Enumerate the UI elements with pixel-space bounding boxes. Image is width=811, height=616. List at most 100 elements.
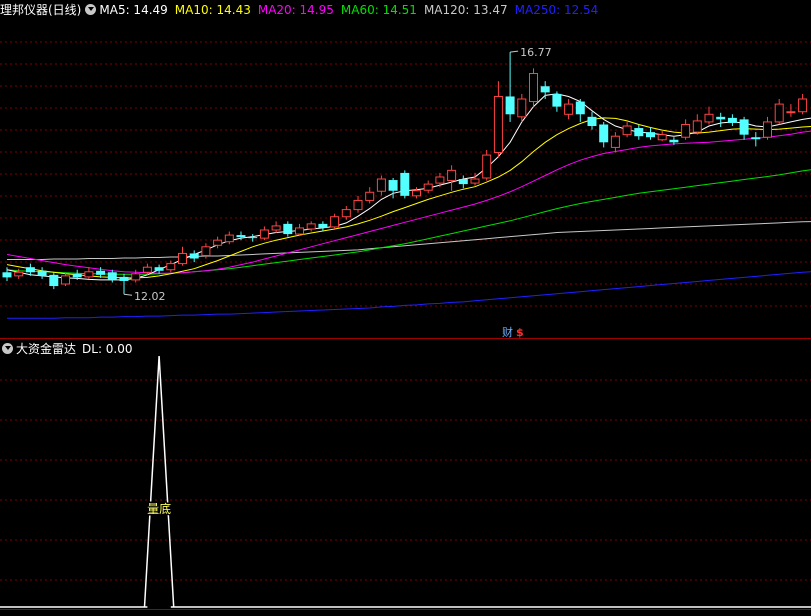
candle-body — [14, 271, 24, 277]
candle-body — [72, 273, 82, 278]
candle — [610, 132, 620, 153]
candle-body — [610, 135, 620, 148]
main-panel-header: 理邦仪器(日线) MA5: 14.49 MA10: 14.43 MA20: 14.95… — [0, 0, 811, 20]
dollar-marker[interactable]: $ — [516, 327, 524, 339]
settings-icon[interactable] — [85, 4, 97, 15]
candle-body — [295, 227, 304, 235]
candle — [84, 267, 94, 279]
candle — [376, 175, 386, 196]
candle-body — [37, 270, 47, 276]
candle-body — [646, 132, 655, 138]
candle-body — [84, 271, 94, 278]
candle — [575, 99, 585, 122]
candle — [657, 131, 667, 142]
ma-legend-item: MA120: 13.47 — [423, 3, 508, 17]
indicator-panel-header: 大资金雷达 DL: 0.00 — [0, 339, 811, 359]
candle — [447, 165, 457, 191]
candle-body — [564, 103, 574, 115]
candle-body — [189, 253, 199, 259]
candle — [271, 221, 281, 234]
candle — [599, 121, 609, 148]
candle-body — [786, 111, 796, 114]
indicator-title: 大资金雷达 — [16, 342, 77, 356]
candle — [295, 223, 304, 237]
candle-body — [306, 223, 316, 230]
candle — [646, 127, 655, 140]
candle — [37, 267, 47, 279]
candle — [213, 236, 223, 249]
candle-body — [201, 246, 211, 256]
candle — [283, 221, 293, 237]
candle — [704, 106, 714, 125]
candle — [529, 68, 538, 107]
candle — [622, 121, 632, 138]
candle-body — [599, 124, 609, 143]
candle-body — [540, 86, 550, 93]
candle — [482, 149, 492, 181]
candle — [353, 195, 363, 213]
candle — [458, 175, 468, 189]
candle-body — [692, 120, 702, 133]
ma-legend: MA5: 14.49 MA10: 14.43 MA20: 14.95 MA60: 14… — [99, 3, 605, 17]
candle-body — [271, 225, 281, 231]
candle-body — [774, 103, 784, 123]
candle — [751, 132, 761, 147]
candle-body — [131, 273, 141, 281]
candle-body — [458, 179, 468, 185]
candle-body — [727, 117, 737, 123]
candle-body — [259, 229, 269, 239]
candle — [259, 226, 269, 241]
candle — [2, 267, 12, 281]
candle-body — [798, 98, 808, 113]
candle — [727, 114, 737, 127]
candle-body — [213, 239, 223, 246]
candle-body — [25, 267, 35, 273]
low-marker-line — [123, 293, 133, 296]
candle-body — [2, 272, 12, 278]
finance-marker[interactable]: 财 — [502, 327, 513, 339]
candle — [564, 99, 574, 120]
candle-body — [388, 180, 398, 191]
ma-line-ma120 — [7, 221, 811, 260]
candle-body — [142, 266, 152, 273]
candle-body — [107, 272, 117, 280]
candle-body — [248, 237, 258, 239]
candle-body — [49, 274, 59, 287]
candle-body — [412, 190, 421, 197]
candle-body — [224, 234, 234, 243]
candle — [739, 116, 749, 140]
candle-body — [751, 137, 761, 140]
candle — [306, 221, 316, 232]
candle-body — [119, 276, 129, 281]
indicator-value: DL: 0.00 — [82, 342, 133, 356]
chart-canvas[interactable]: 16.77 12.02 量底 — [0, 0, 811, 616]
candle-body — [657, 134, 667, 141]
candle-body — [178, 252, 187, 265]
ma-legend-item: MA250: 12.54 — [514, 3, 599, 17]
candle — [505, 52, 515, 122]
high-label: 16.77 — [520, 46, 552, 59]
ma-line-ma10 — [6, 117, 811, 279]
settings-icon[interactable] — [2, 343, 13, 354]
candle — [400, 170, 410, 199]
ma-legend-item: MA5: 14.49 — [99, 3, 168, 17]
ma-legend-item: MA20: 14.95 — [257, 3, 334, 17]
candle — [552, 91, 562, 112]
candle — [365, 187, 375, 204]
candle — [587, 111, 597, 130]
candle-body — [739, 119, 749, 135]
candle-body — [154, 267, 164, 271]
candle-body — [587, 116, 597, 127]
candle-body — [669, 139, 679, 143]
candle-body — [681, 123, 691, 138]
candle-body — [61, 275, 70, 285]
candle — [341, 206, 351, 220]
candle-body — [529, 73, 538, 103]
candle-body — [575, 101, 585, 115]
candle-body — [341, 209, 351, 218]
candle-body — [505, 96, 515, 115]
candle — [248, 234, 258, 242]
candle-body — [634, 128, 644, 137]
candle — [786, 104, 796, 117]
candle-body — [330, 216, 340, 228]
